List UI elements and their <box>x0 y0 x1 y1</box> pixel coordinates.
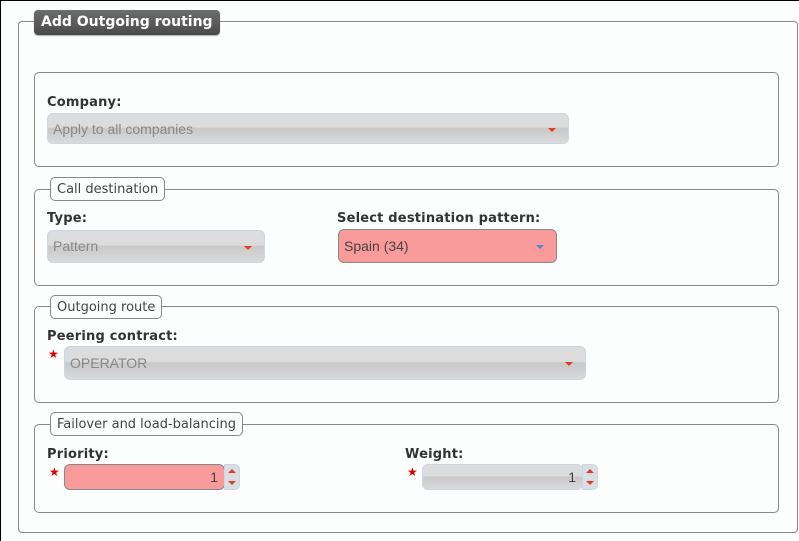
type-select[interactable]: Pattern <box>47 230 265 263</box>
required-star-icon: ★ <box>49 465 60 479</box>
priority-input[interactable]: 1 <box>64 464 225 490</box>
failover-legend: Failover and load-balancing <box>50 412 243 436</box>
form-title: Add Outgoing routing <box>34 10 220 35</box>
destination-pattern-label: Select destination pattern: <box>337 211 541 226</box>
increment-icon[interactable] <box>228 469 236 473</box>
chevron-down-icon <box>536 245 544 249</box>
chevron-down-icon <box>548 127 556 132</box>
call-destination-legend: Call destination <box>50 177 166 201</box>
chevron-down-icon <box>565 362 573 366</box>
decrement-icon[interactable] <box>586 481 594 485</box>
destination-pattern-value: Spain (34) <box>344 238 409 254</box>
chevron-down-icon <box>244 245 252 250</box>
weight-label: Weight: <box>405 447 464 462</box>
decrement-icon[interactable] <box>228 481 236 485</box>
weight-spinner[interactable] <box>582 464 598 490</box>
destination-pattern-select[interactable]: Spain (34) <box>338 229 557 263</box>
company-select[interactable]: Apply to all companies <box>47 113 569 144</box>
priority-label: Priority: <box>47 447 109 462</box>
increment-icon[interactable] <box>586 469 594 473</box>
peering-contract-label: Peering contract: <box>47 329 178 344</box>
company-select-value: Apply to all companies <box>53 121 194 137</box>
peering-contract-select[interactable]: OPERATOR <box>64 346 586 380</box>
type-select-value: Pattern <box>53 238 99 254</box>
required-star-icon: ★ <box>48 347 59 361</box>
peering-contract-value: OPERATOR <box>70 355 148 371</box>
outgoing-route-legend: Outgoing route <box>50 295 163 319</box>
company-label: Company: <box>47 95 122 110</box>
type-label: Type: <box>47 211 88 226</box>
priority-spinner[interactable] <box>224 464 240 490</box>
required-star-icon: ★ <box>407 465 418 479</box>
weight-input[interactable]: 1 <box>422 464 583 490</box>
